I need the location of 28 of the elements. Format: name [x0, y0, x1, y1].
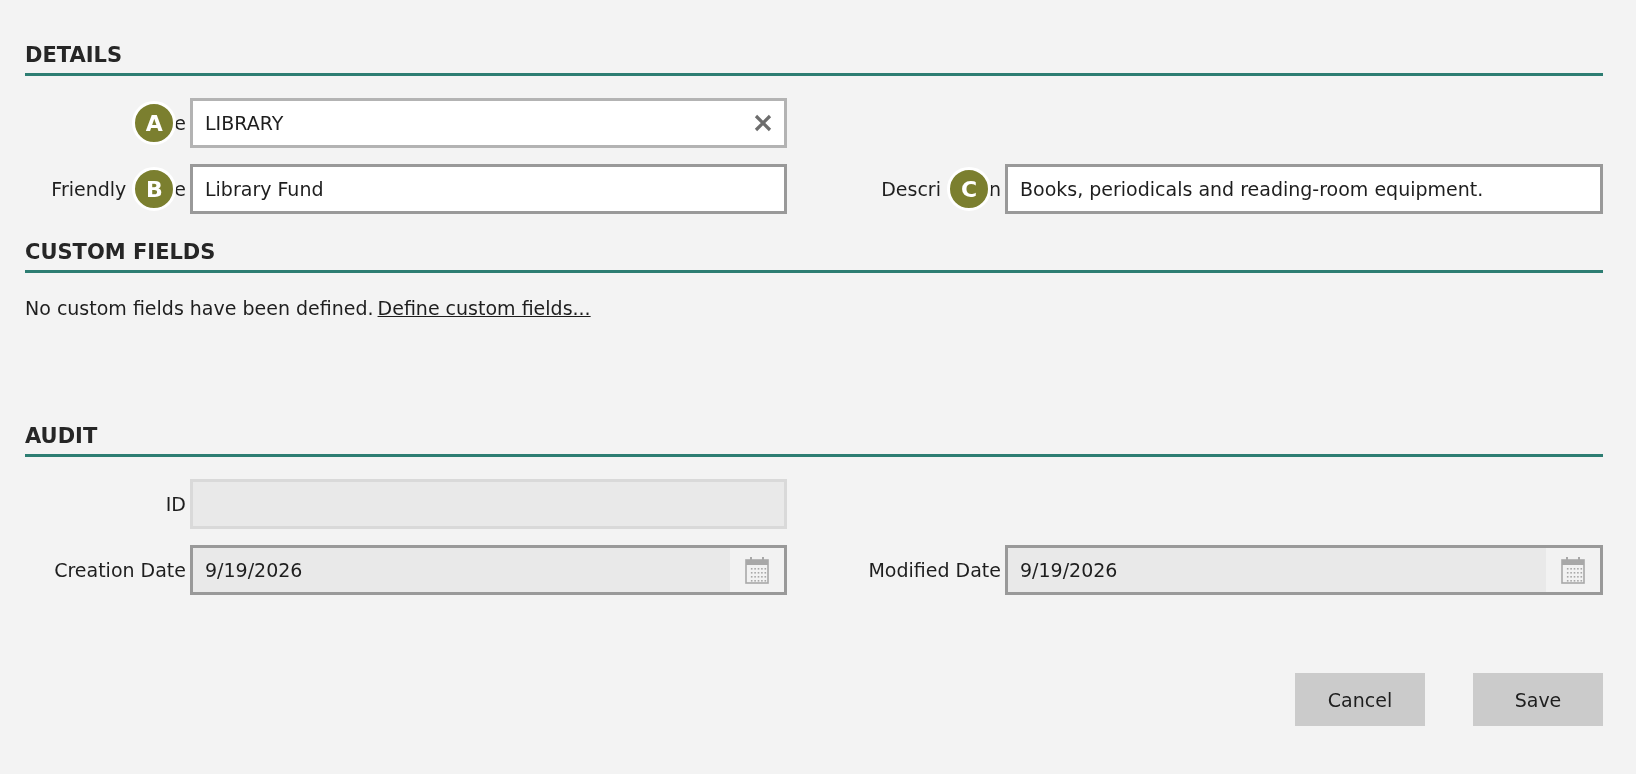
field-label: e: [174, 112, 186, 134]
field-label: n: [988, 178, 1001, 200]
callout-badge: C: [946, 167, 991, 211]
field-label: Descri: [881, 178, 941, 200]
info-text: No custom fields have been defined.: [25, 297, 374, 319]
date-field[interactable]: 9/19/2026: [1005, 545, 1603, 595]
save-button[interactable]: Save: [1473, 673, 1603, 726]
calendar-icon: [745, 556, 769, 584]
field-label: Modified Date: [868, 559, 1001, 581]
field-label: e: [174, 178, 186, 200]
section-heading: CUSTOM FIELDS: [25, 240, 216, 264]
callout-badge: A: [132, 101, 177, 145]
input-field[interactable]: LIBRARY: [190, 98, 787, 148]
field-label: Creation Date: [54, 559, 186, 581]
callout-badge: B: [132, 167, 177, 211]
field-label: Friendly: [51, 178, 127, 200]
clear-icon[interactable]: [754, 114, 772, 132]
section-heading: DETAILS: [25, 43, 123, 67]
cancel-button[interactable]: Cancel: [1295, 673, 1425, 726]
section-heading: AUDIT: [25, 424, 98, 448]
calendar-icon: [1561, 556, 1585, 584]
calendar-button[interactable]: [730, 548, 784, 592]
calendar-button[interactable]: [1546, 548, 1600, 592]
define-fields-link[interactable]: Define custom fields...: [377, 297, 591, 319]
field-label: ID: [165, 493, 186, 515]
input-field[interactable]: Library Fund: [190, 164, 787, 214]
input-field[interactable]: Books, periodicals and reading-room equipment.: [1005, 164, 1603, 214]
date-field[interactable]: 9/19/2026: [190, 545, 787, 595]
